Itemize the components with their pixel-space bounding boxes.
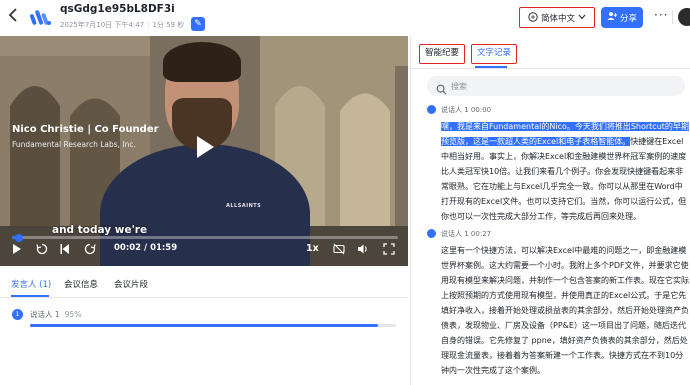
entry-rest-text: 这里有一个快捷方法，可以解决Excel中最难的问题之一，即金融建模世界杯案例。这… <box>441 246 689 375</box>
video-subtitle: and today we're <box>52 224 148 236</box>
share-button[interactable]: 分享 <box>601 7 643 28</box>
chevron-down-icon <box>578 13 586 23</box>
edit-icon[interactable]: ✎ <box>191 17 205 31</box>
volume-icon[interactable] <box>357 243 369 259</box>
meeting-meta: 2025年7月10日 下午4:47 | 1分 59 秒 <box>60 21 185 29</box>
back-icon[interactable] <box>8 8 22 24</box>
entry-rest-text: 快捷键在Excel中相当好用。事实上，你解决Excel和金融建模世界杯冠军案例的… <box>441 137 687 221</box>
speaker-percent: 95% <box>64 310 82 319</box>
video-lower-third-name: Nico Christie | Co Founder <box>12 124 159 135</box>
entry-text: 这里有一个快捷方法，可以解决Excel中最难的问题之一，即金融建模世界杯案例。这… <box>441 243 689 378</box>
video-controls: 00:02 / 01:59 1x <box>0 239 408 261</box>
subtitles-off-icon[interactable] <box>333 243 345 259</box>
video-player[interactable]: ALLSAINTS Nico Christie | Co Founder Fun… <box>0 36 408 266</box>
search-icon <box>436 80 448 95</box>
video-time: 00:02 / 01:59 <box>114 243 178 253</box>
speaker-name: 说话人 1 <box>30 310 60 319</box>
tab-smart-summary[interactable]: 智能纪要 <box>419 44 466 64</box>
play-icon[interactable] <box>12 243 22 259</box>
speaker-share-fill <box>30 324 378 327</box>
video-lower-third-org: Fundamental Research Labs, Inc. <box>12 140 136 149</box>
fullscreen-icon[interactable] <box>383 243 395 259</box>
speaker-dot-icon <box>427 105 436 114</box>
entry-speaker-name: 说话人 1 <box>441 230 469 238</box>
entry-header: 说话人 1 00:27 <box>427 228 689 241</box>
speaker-stat-row[interactable]: 1 说话人 1 95% <box>12 307 402 331</box>
more-options-icon[interactable]: ··· <box>654 8 668 22</box>
transcript-search <box>427 76 685 96</box>
meeting-duration: 1分 59 秒 <box>152 21 185 29</box>
user-avatar[interactable] <box>678 8 690 26</box>
speaker-number-badge: 1 <box>12 309 23 320</box>
meeting-date: 2025年7月10日 下午4:47 <box>60 21 145 29</box>
tab-meeting-info[interactable]: 会议信息 <box>64 278 98 290</box>
entry-header: 说话人 1 00:00 <box>427 104 689 117</box>
entry-timestamp[interactable]: 00:27 <box>471 230 491 238</box>
tab-transcript[interactable]: 文字记录 <box>471 44 518 64</box>
translate-icon <box>528 11 538 24</box>
language-label: 简体中文 <box>540 13 575 24</box>
transcript-entry[interactable]: 说话人 1 00:00 嘿，我是来自Fundamental的Nico。今天我们将… <box>427 104 689 224</box>
speaker-share-bar <box>30 324 396 327</box>
tab-active-indicator <box>11 295 49 297</box>
play-overlay-icon[interactable] <box>188 132 218 162</box>
playback-speed[interactable]: 1x <box>306 243 319 254</box>
transcript-entry[interactable]: 说话人 1 00:27 这里有一个快捷方法，可以解决Excel中最难的问题之一，… <box>427 228 689 378</box>
header-divider <box>672 10 673 24</box>
speaker-name-label: 说话人 1 95% <box>30 309 81 320</box>
share-user-icon <box>607 11 617 24</box>
entry-speaker-time: 说话人 1 00:00 <box>441 105 491 115</box>
entry-speaker-name: 说话人 1 <box>441 106 469 114</box>
tabs-divider <box>411 68 690 69</box>
shirt-logo-text: ALLSAINTS <box>226 203 262 209</box>
meeting-title: qsGdg1e95bL8DF3i <box>60 3 175 15</box>
transcript-panel: 智能纪要 文字记录 说话人 1 00:00 嘿，我是来自Fundamental的… <box>410 36 690 385</box>
rewind-icon[interactable] <box>36 243 48 259</box>
app-logo-icon <box>29 7 52 27</box>
tab-speakers[interactable]: 发言人 (1) <box>11 278 51 290</box>
top-bar: qsGdg1e95bL8DF3i 2025年7月10日 下午4:47 | 1分 59… <box>0 0 690 36</box>
speaker-figure-hair <box>163 42 241 82</box>
entry-speaker-time: 说话人 1 00:27 <box>441 229 491 239</box>
left-tabs: 发言人 (1) 会议信息 会议片段 <box>0 272 408 298</box>
entry-text: 嘿，我是来自Fundamental的Nico。今天我们将推出Shortcut的早… <box>441 119 689 224</box>
entry-timestamp[interactable]: 00:00 <box>471 106 491 114</box>
skip-back-icon[interactable] <box>60 243 70 259</box>
speaker-dot-icon <box>427 229 436 238</box>
share-label: 分享 <box>619 13 637 24</box>
search-input[interactable] <box>451 79 671 93</box>
forward-icon[interactable] <box>84 243 96 259</box>
language-select-button[interactable]: 简体中文 <box>519 7 595 28</box>
tab-meeting-clips[interactable]: 会议片段 <box>114 278 148 290</box>
